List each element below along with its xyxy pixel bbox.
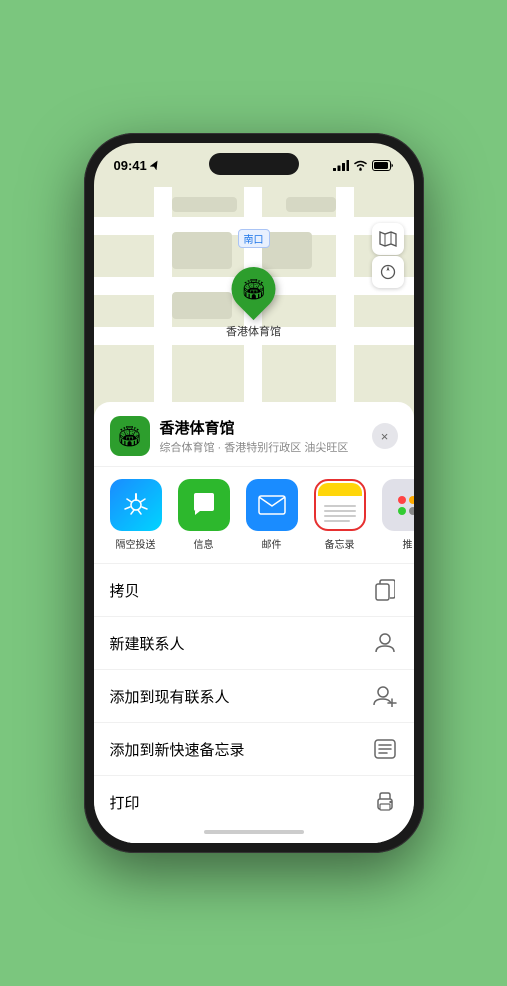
quick-note-icon — [372, 736, 398, 762]
messages-label: 信息 — [194, 536, 214, 551]
action-new-contact-label: 新建联系人 — [110, 633, 185, 654]
print-icon — [372, 789, 398, 815]
add-contact-icon — [372, 683, 398, 709]
bottom-sheet: 🏟 香港体育馆 综合体育馆 · 香港特别行政区 油尖旺区 × — [94, 402, 414, 843]
wifi-icon — [353, 160, 368, 171]
map-controls — [372, 223, 404, 288]
compass-icon — [380, 264, 396, 280]
home-indicator — [94, 821, 414, 843]
phone-screen: 09:41 — [94, 143, 414, 843]
more-apps-icon — [382, 479, 414, 531]
marker-label: 香港体育馆 — [226, 323, 281, 339]
map-type-icon — [379, 231, 397, 247]
mail-label: 邮件 — [262, 536, 282, 551]
airdrop-symbol — [123, 492, 149, 518]
signal-icon — [333, 160, 349, 171]
action-quick-note[interactable]: 添加到新快速备忘录 — [94, 723, 414, 776]
person-symbol — [374, 632, 396, 654]
notes-icon-container — [314, 479, 366, 531]
action-add-contact[interactable]: 添加到现有联系人 — [94, 670, 414, 723]
close-button[interactable]: × — [372, 423, 398, 449]
dynamic-island — [209, 153, 299, 175]
share-item-messages[interactable]: 信息 — [178, 479, 230, 551]
mail-icon — [246, 479, 298, 531]
copy-icon — [372, 577, 398, 603]
venue-name: 香港体育馆 — [160, 417, 372, 438]
action-new-contact[interactable]: 新建联系人 — [94, 617, 414, 670]
status-time: 09:41 — [114, 158, 160, 173]
new-contact-icon — [372, 630, 398, 656]
map-label: 南口 — [238, 229, 270, 248]
mail-symbol — [257, 494, 287, 516]
printer-symbol — [374, 792, 396, 812]
venue-subtitle: 综合体育馆 · 香港特别行政区 油尖旺区 — [160, 439, 372, 455]
notes-icon — [318, 483, 362, 527]
add-person-symbol — [373, 685, 397, 707]
venue-icon: 🏟 — [110, 416, 150, 456]
share-item-notes[interactable]: 备忘录 — [314, 479, 366, 551]
action-copy[interactable]: 拷贝 — [94, 564, 414, 617]
sheet-header: 🏟 香港体育馆 综合体育馆 · 香港特别行政区 油尖旺区 × — [94, 402, 414, 467]
action-copy-label: 拷贝 — [110, 580, 140, 601]
share-item-more[interactable]: 推 — [382, 479, 414, 551]
action-list: 拷贝 新建联系人 — [94, 564, 414, 821]
messages-icon — [178, 479, 230, 531]
battery-icon — [372, 160, 394, 171]
map-area[interactable]: 南口 — [94, 187, 414, 402]
action-print[interactable]: 打印 — [94, 776, 414, 821]
copy-symbol — [375, 579, 395, 601]
share-item-mail[interactable]: 邮件 — [246, 479, 298, 551]
airdrop-label: 隔空投送 — [116, 536, 156, 551]
action-quick-note-label: 添加到新快速备忘录 — [110, 739, 245, 760]
note-symbol — [374, 739, 396, 759]
location-status-icon — [150, 160, 160, 170]
notes-label: 备忘录 — [325, 536, 355, 551]
messages-symbol — [190, 491, 218, 519]
phone-frame: 09:41 — [84, 133, 424, 853]
share-row: 隔空投送 信息 — [94, 467, 414, 564]
status-icons — [333, 160, 394, 171]
location-marker: 🏟 香港体育馆 — [226, 267, 281, 339]
more-label: 推 — [403, 536, 413, 551]
action-print-label: 打印 — [110, 792, 140, 813]
map-type-button[interactable] — [372, 223, 404, 255]
location-button[interactable] — [372, 256, 404, 288]
action-add-contact-label: 添加到现有联系人 — [110, 686, 230, 707]
venue-info: 香港体育馆 综合体育馆 · 香港特别行政区 油尖旺区 — [160, 417, 372, 455]
airdrop-icon — [110, 479, 162, 531]
home-bar — [204, 830, 304, 834]
share-item-airdrop[interactable]: 隔空投送 — [110, 479, 162, 551]
